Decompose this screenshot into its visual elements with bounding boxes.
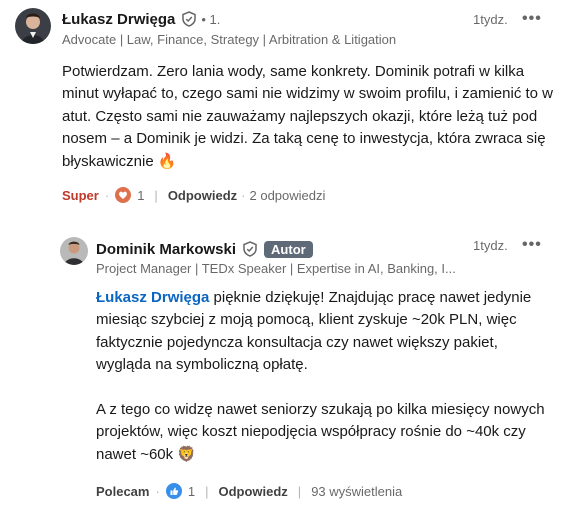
reply-paragraph-2: A z tego co widzę nawet seniorzy szukają…: [96, 401, 545, 463]
reaction-count[interactable]: 1: [188, 484, 195, 499]
author-badge: Autor: [264, 240, 313, 258]
heart-icon[interactable]: [115, 187, 132, 203]
reply-actions: Polecam · 1 | Odpowiedz | 93 wyświetleni…: [96, 481, 402, 501]
reply-text: Łukasz Drwięga pięknie dziękuję! Znajduj…: [96, 287, 550, 466]
connection-degree: • 1.: [201, 11, 221, 27]
comment-text: Potwierdzam. Zero lania wody, same konkr…: [62, 63, 553, 170]
author-line-lukasz: Łukasz Drwięga • 1.: [62, 9, 220, 29]
reaction-button[interactable]: Super: [62, 188, 99, 203]
mention-link[interactable]: Łukasz Drwięga: [96, 289, 209, 306]
divider: |: [297, 483, 302, 499]
reply-button[interactable]: Odpowiedz: [218, 484, 287, 499]
avatar-lukasz[interactable]: [15, 8, 51, 44]
more-options-icon[interactable]: •••: [522, 11, 542, 27]
divider: |: [154, 187, 158, 203]
more-options-icon[interactable]: •••: [522, 237, 542, 253]
avatar-dominik[interactable]: [60, 237, 88, 265]
comment-actions: Super · 1 | Odpowiedz · 2 odpowiedzi: [62, 185, 325, 205]
divider: ·: [104, 187, 110, 203]
reaction-count[interactable]: 1: [137, 188, 144, 203]
views-count: 93 wyświetlenia: [311, 483, 403, 499]
verified-shield-icon: [181, 11, 197, 27]
reaction-button[interactable]: Polecam: [96, 484, 149, 499]
reply-button[interactable]: Odpowiedz: [168, 188, 237, 203]
divider: ·: [155, 483, 160, 499]
verified-shield-icon: [242, 241, 258, 257]
reply-paragraph-1: Łukasz Drwięga pięknie dziękuję! Znajduj…: [96, 287, 550, 377]
author-headline: Project Manager | TEDx Speaker | Experti…: [96, 261, 456, 276]
divider: ·: [241, 187, 246, 203]
author-line-dominik: Dominik Markowski Autor: [96, 239, 313, 259]
divider: |: [205, 483, 209, 499]
timestamp: 1tydz.: [473, 238, 508, 253]
author-headline: Advocate | Law, Finance, Strategy | Arbi…: [62, 32, 397, 47]
author-name[interactable]: Łukasz Drwięga: [62, 11, 175, 28]
like-icon[interactable]: [165, 483, 182, 499]
replies-count[interactable]: 2 odpowiedzi: [250, 188, 326, 203]
timestamp: 1tydz.: [473, 12, 508, 27]
author-name[interactable]: Dominik Markowski: [96, 241, 236, 258]
